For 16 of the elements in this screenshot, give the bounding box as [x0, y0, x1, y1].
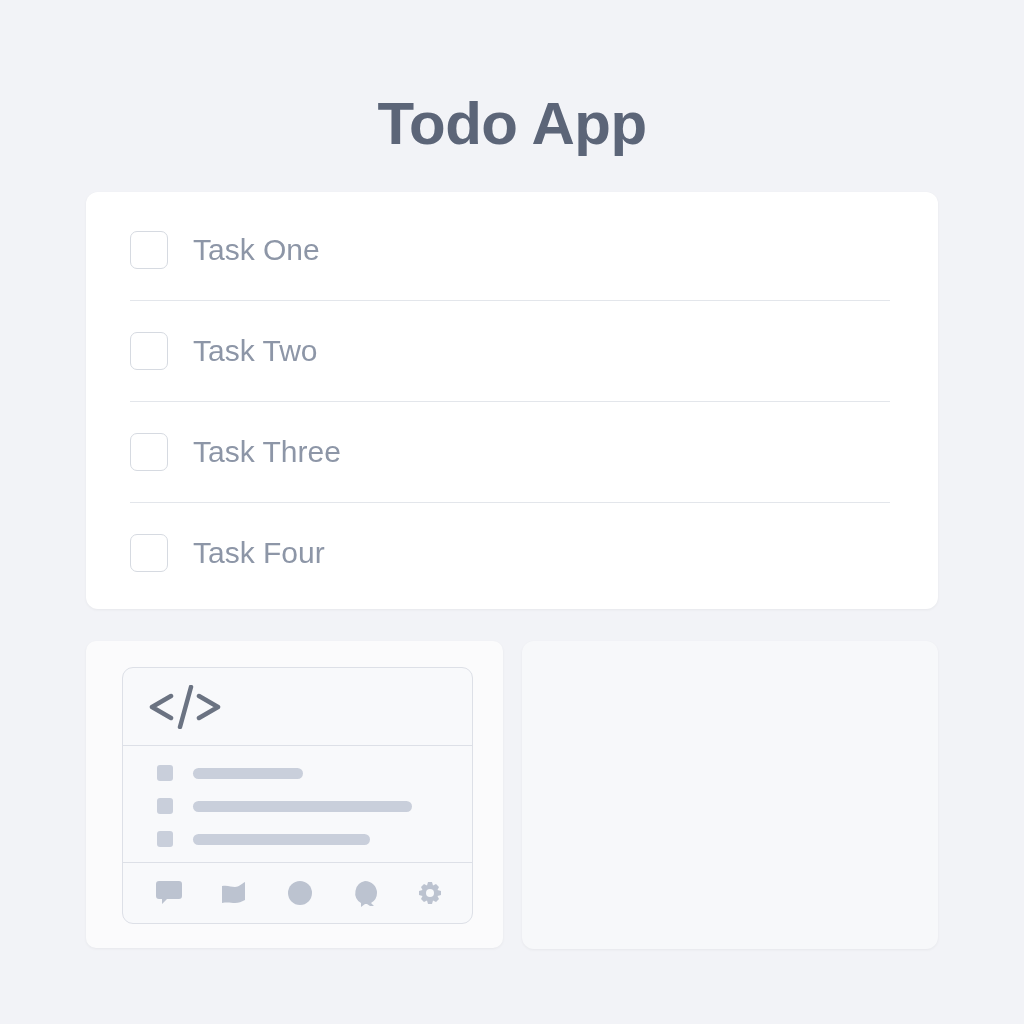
checkbox[interactable] [130, 332, 168, 370]
bullet-icon [157, 765, 173, 781]
task-label: Task Three [193, 434, 341, 470]
checkbox[interactable] [130, 433, 168, 471]
app-title: Todo App [377, 92, 647, 156]
task-label: Task Four [193, 535, 325, 571]
code-icon [148, 684, 222, 729]
bullet-icon [157, 798, 173, 814]
task-label: Task One [193, 232, 320, 268]
checkbox[interactable] [130, 534, 168, 572]
speech-bubble-icon[interactable] [155, 879, 183, 907]
bullet-icon [157, 831, 173, 847]
task-label: Task Two [193, 333, 318, 369]
circle-icon[interactable] [285, 879, 314, 907]
checkbox[interactable] [130, 231, 168, 269]
settings-icon[interactable] [416, 879, 444, 907]
